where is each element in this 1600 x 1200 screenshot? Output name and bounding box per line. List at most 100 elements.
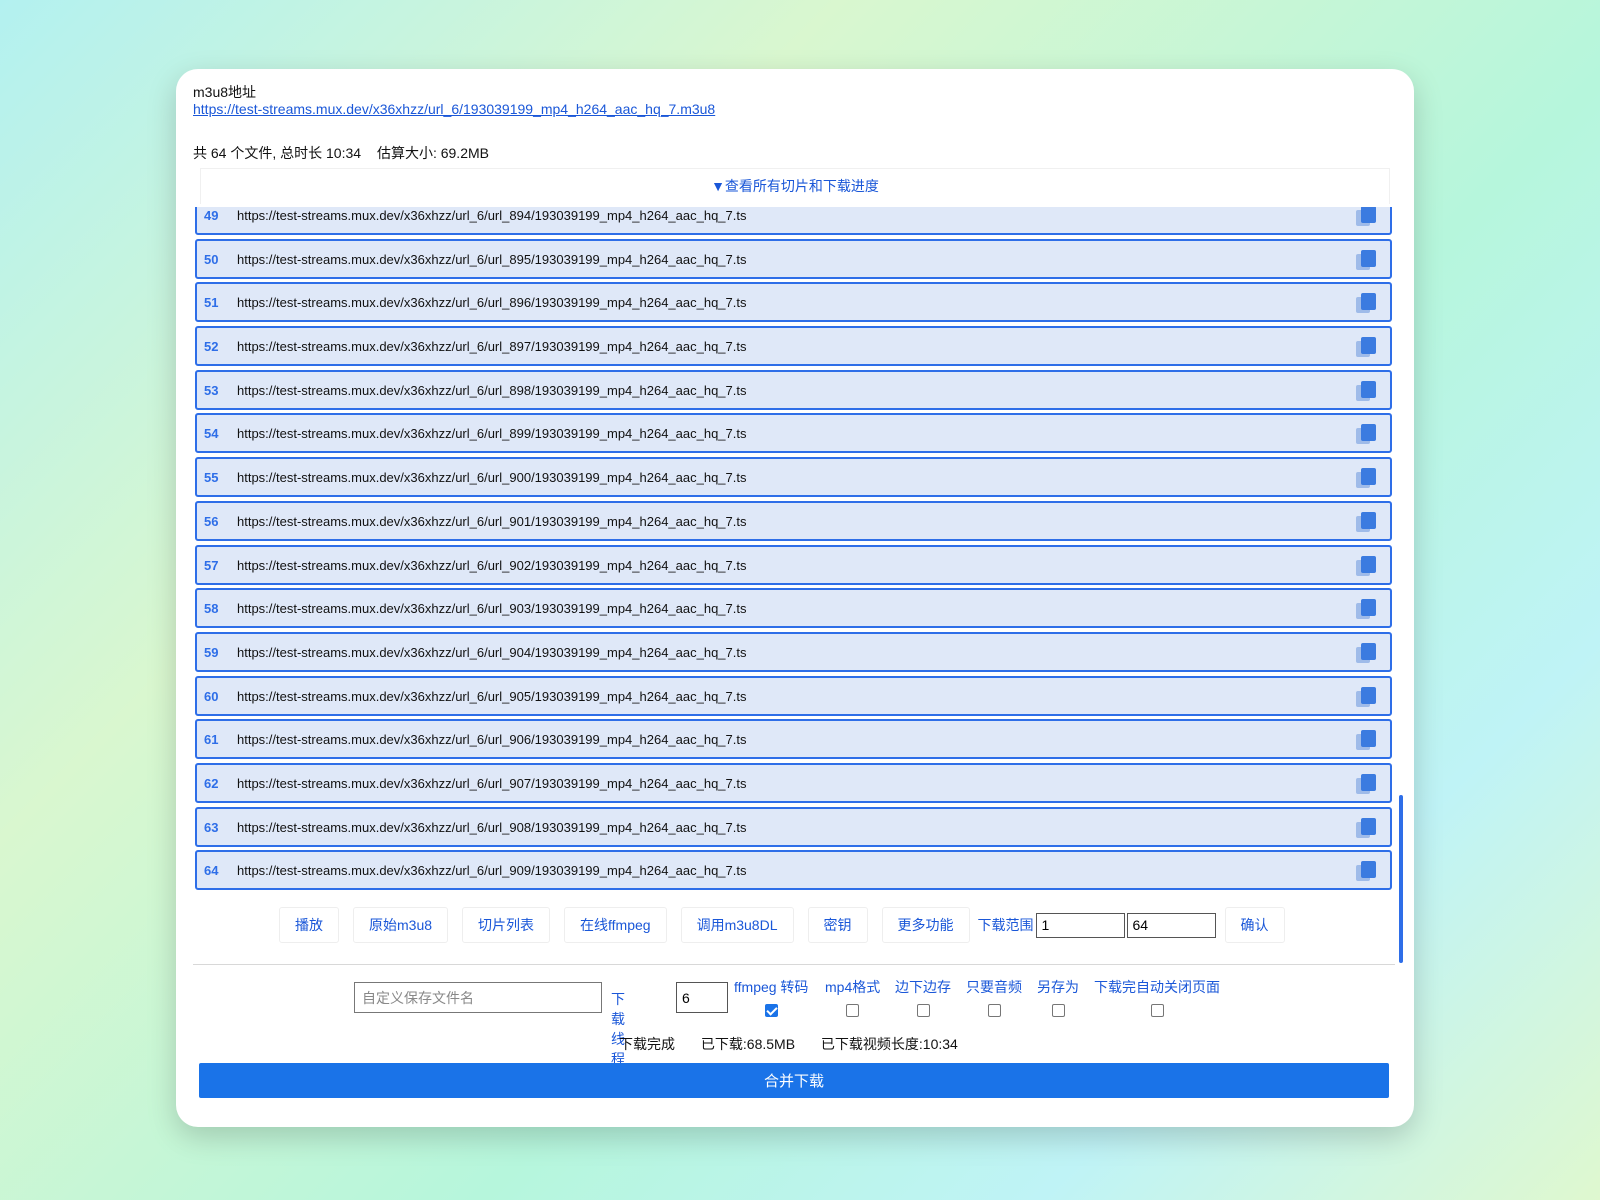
copy-icon[interactable] (1354, 422, 1378, 446)
segment-row: 60 https://test-streams.mux.dev/x36xhzz/u… (195, 675, 1392, 716)
segment-rows: 49 https://test-streams.mux.dev/x36xhzz/u… (195, 207, 1393, 894)
stream-save-checkbox[interactable] (916, 1004, 930, 1017)
mp4-label: mp4格式 (825, 979, 881, 995)
threads-input[interactable] (676, 982, 728, 1013)
copy-icon[interactable] (1354, 641, 1378, 665)
copy-icon[interactable] (1354, 554, 1378, 578)
status-downloaded: 已下载:68.5MB (700, 1036, 796, 1052)
address-label: m3u8地址 (193, 84, 257, 100)
option-mp4[interactable]: mp4格式 (825, 977, 880, 1022)
online-ffmpeg-button[interactable]: 在线ffmpeg (564, 907, 667, 943)
raw-m3u8-button[interactable]: 原始m3u8 (353, 907, 449, 943)
m3u8-downloader-panel: m3u8地址 https://test-streams.mux.dev/x36x… (176, 69, 1414, 1127)
audio-only-checkbox[interactable] (987, 1004, 1001, 1017)
segment-row: 55 https://test-streams.mux.dev/x36xhzz/u… (195, 457, 1392, 498)
status-video-length: 已下载视频长度:10:34 (820, 1036, 958, 1052)
segment-url: https://test-streams.mux.dev/x36xhzz/url… (237, 819, 747, 835)
segment-number: 54 (204, 426, 219, 442)
segment-row: 52 https://test-streams.mux.dev/x36xhzz/u… (195, 326, 1392, 367)
copy-icon[interactable] (1354, 685, 1378, 709)
save-as-label: 另存为 (1037, 979, 1079, 995)
segment-row: 54 https://test-streams.mux.dev/x36xhzz/u… (195, 413, 1392, 454)
filename-input[interactable] (354, 982, 602, 1013)
segment-url: https://test-streams.mux.dev/x36xhzz/url… (237, 513, 747, 529)
segment-url: https://test-streams.mux.dev/x36xhzz/url… (237, 601, 747, 617)
segment-number: 49 (204, 208, 219, 223)
copy-icon[interactable] (1354, 597, 1378, 621)
call-m3u8dl-button[interactable]: 调用m3u8DL (680, 907, 794, 943)
segment-number: 60 (204, 688, 219, 704)
segment-row: 62 https://test-streams.mux.dev/x36xhzz/u… (195, 762, 1392, 803)
auto-close-label: 下载完自动关闭页面 (1094, 979, 1220, 995)
ffmpeg-label: ffmpeg 转码 (734, 979, 809, 995)
segment-url: https://test-streams.mux.dev/x36xhzz/url… (237, 339, 747, 355)
segment-url: https://test-streams.mux.dev/x36xhzz/url… (237, 426, 747, 442)
save-as-checkbox[interactable] (1051, 1004, 1065, 1017)
segment-url: https://test-streams.mux.dev/x36xhzz/url… (237, 295, 747, 311)
divider (193, 964, 1395, 965)
segment-number: 62 (204, 775, 219, 791)
segment-number: 55 (204, 470, 219, 486)
segment-list-button[interactable]: 切片列表 (462, 907, 551, 943)
option-ffmpeg[interactable]: ffmpeg 转码 (734, 977, 808, 1022)
download-status: 下载完成 已下载:68.5MB 已下载视频长度:10:34 (619, 1034, 980, 1054)
segment-number: 56 (204, 513, 219, 529)
segment-row: 50 https://test-streams.mux.dev/x36xhzz/u… (195, 238, 1392, 279)
segment-url: https://test-streams.mux.dev/x36xhzz/url… (237, 644, 747, 660)
option-auto-close[interactable]: 下载完自动关闭页面 (1094, 977, 1220, 1022)
range-start-input[interactable] (1035, 912, 1125, 938)
key-button[interactable]: 密钥 (807, 907, 868, 943)
segment-list[interactable]: 49 https://test-streams.mux.dev/x36xhzz/u… (195, 207, 1403, 963)
segment-url: https://test-streams.mux.dev/x36xhzz/url… (237, 470, 747, 486)
audio-only-label: 只要音频 (966, 979, 1022, 995)
confirm-range-button[interactable]: 确认 (1224, 907, 1285, 943)
segment-number: 50 (204, 251, 219, 267)
copy-icon[interactable] (1354, 728, 1378, 752)
summary-files: 共 64 个文件, 总时长 10:34 (193, 145, 362, 161)
scrollbar-thumb[interactable] (1399, 795, 1403, 963)
segment-row: 64 https://test-streams.mux.dev/x36xhzz/u… (195, 850, 1392, 891)
segment-row: 56 https://test-streams.mux.dev/x36xhzz/u… (195, 500, 1392, 541)
segment-number: 64 (204, 863, 219, 879)
segments-toggle[interactable]: ▼查看所有切片和下载进度 (200, 168, 1390, 204)
segment-row: 58 https://test-streams.mux.dev/x36xhzz/u… (195, 588, 1392, 629)
m3u8-address-link[interactable]: https://test-streams.mux.dev/x36xhzz/url… (193, 101, 715, 117)
copy-icon[interactable] (1354, 859, 1378, 883)
auto-close-checkbox[interactable] (1150, 1004, 1164, 1017)
segment-url: https://test-streams.mux.dev/x36xhzz/url… (237, 557, 747, 573)
threads-label: 下载线程 (611, 991, 625, 1067)
option-save-as[interactable]: 另存为 (1037, 977, 1079, 1022)
play-button[interactable]: 播放 (279, 907, 339, 943)
scrollbar[interactable] (1399, 207, 1403, 963)
copy-icon[interactable] (1354, 335, 1378, 359)
segment-url: https://test-streams.mux.dev/x36xhzz/url… (237, 251, 747, 267)
mp4-checkbox[interactable] (846, 1004, 860, 1017)
copy-icon[interactable] (1354, 248, 1378, 272)
summary: 共 64 个文件, 总时长 10:34 估算大小: 69.2MB (193, 143, 501, 163)
segment-url: https://test-streams.mux.dev/x36xhzz/url… (237, 382, 747, 398)
copy-icon[interactable] (1354, 291, 1378, 315)
segment-url: https://test-streams.mux.dev/x36xhzz/url… (237, 208, 747, 223)
segment-number: 57 (204, 557, 219, 573)
option-stream-save[interactable]: 边下边存 (895, 977, 951, 1022)
copy-icon[interactable] (1354, 466, 1378, 490)
merge-download-button[interactable]: 合并下载 (199, 1063, 1389, 1098)
status-state: 下载完成 (619, 1036, 675, 1052)
download-range-label: 下载范围 (977, 917, 1034, 933)
segment-number: 53 (204, 382, 219, 398)
copy-icon[interactable] (1354, 207, 1378, 228)
copy-icon[interactable] (1354, 510, 1378, 534)
ffmpeg-checkbox[interactable] (764, 1004, 778, 1017)
segment-row: 49 https://test-streams.mux.dev/x36xhzz/u… (195, 207, 1392, 235)
copy-icon[interactable] (1354, 816, 1378, 840)
segment-row: 61 https://test-streams.mux.dev/x36xhzz/u… (195, 719, 1392, 760)
segment-row: 51 https://test-streams.mux.dev/x36xhzz/u… (195, 282, 1392, 323)
summary-size: 估算大小: 69.2MB (376, 145, 489, 161)
range-end-input[interactable] (1126, 912, 1216, 938)
copy-icon[interactable] (1354, 772, 1378, 796)
copy-icon[interactable] (1354, 379, 1378, 403)
segment-number: 61 (204, 732, 219, 748)
segment-number: 59 (204, 644, 219, 660)
more-features-button[interactable]: 更多功能 (881, 907, 970, 943)
option-audio-only[interactable]: 只要音频 (966, 977, 1022, 1022)
